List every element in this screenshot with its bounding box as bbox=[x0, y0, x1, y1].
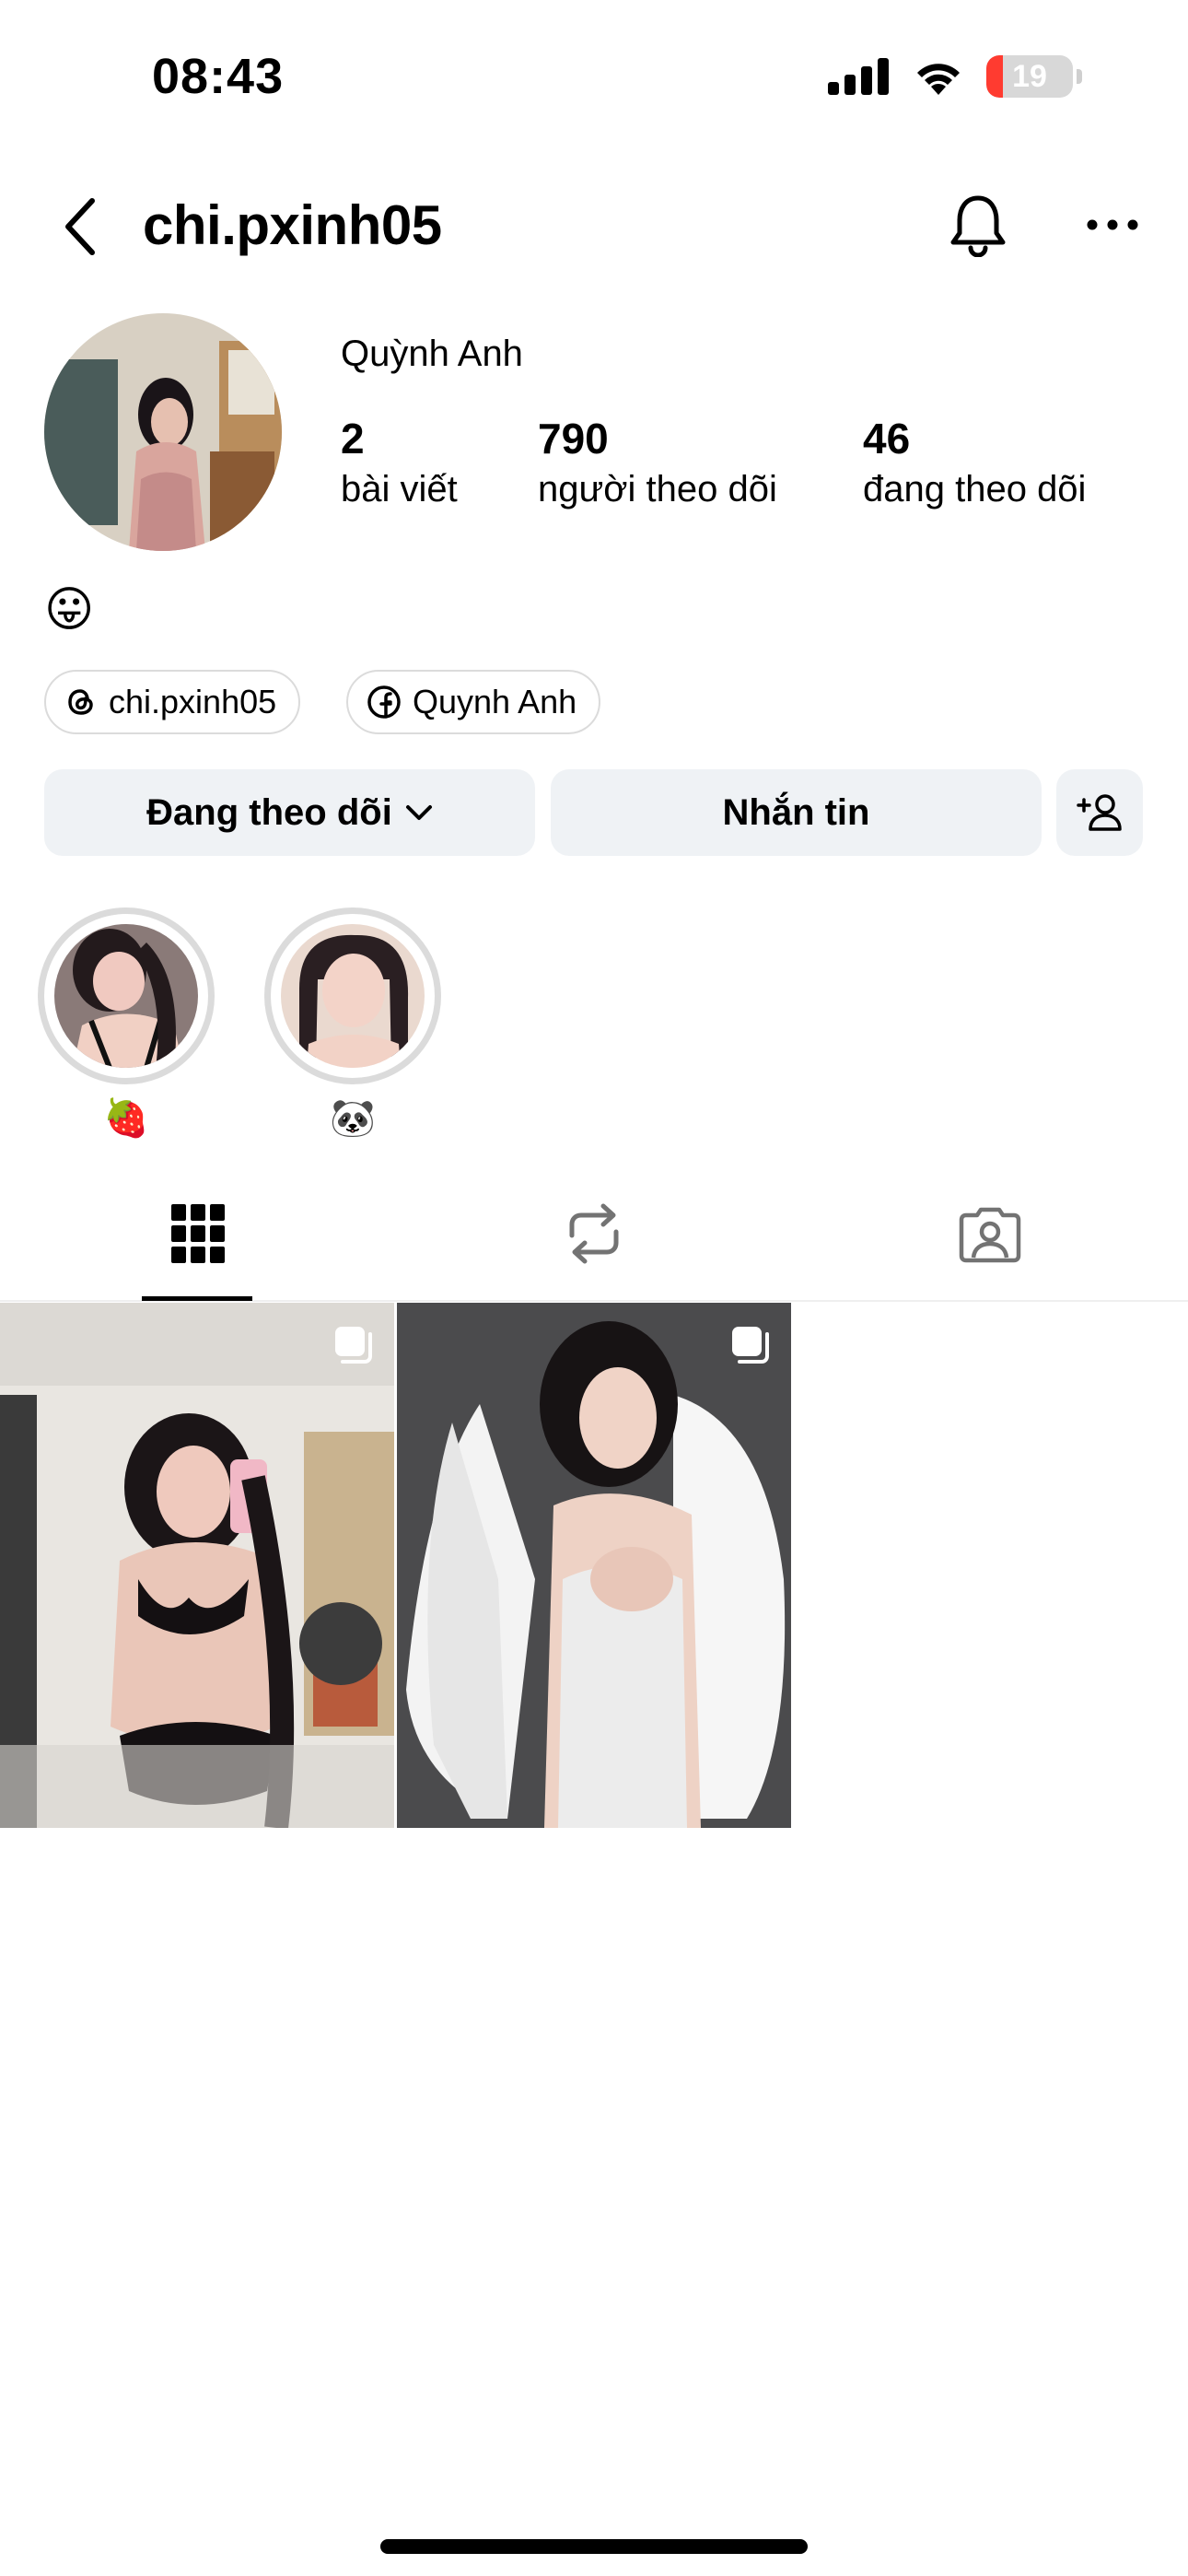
profile-username: chi.pxinh05 bbox=[143, 194, 442, 256]
post-thumbnail[interactable] bbox=[397, 1303, 791, 1828]
stat-following[interactable]: 46 đang theo dõi bbox=[863, 413, 1086, 514]
stat-posts-count: 2 bbox=[341, 415, 365, 463]
following-button-label: Đang theo dõi bbox=[146, 791, 392, 833]
battery-body: 19 bbox=[986, 55, 1073, 98]
tagged-person-icon bbox=[959, 1207, 1021, 1263]
more-horizontal-icon bbox=[1087, 219, 1138, 230]
stat-followers[interactable]: 790 người theo dõi bbox=[538, 413, 777, 514]
battery-icon: 19 bbox=[986, 55, 1082, 98]
more-options-button[interactable] bbox=[1074, 186, 1151, 263]
notifications-button[interactable] bbox=[939, 186, 1017, 263]
stat-following-count: 46 bbox=[863, 415, 911, 463]
avatar-photo bbox=[44, 313, 282, 551]
following-button[interactable]: Đang theo dõi bbox=[44, 769, 535, 856]
suggest-people-button[interactable] bbox=[1056, 769, 1143, 856]
chevron-down-icon bbox=[405, 805, 432, 820]
status-icons: 19 bbox=[828, 55, 1082, 98]
tab-reposts[interactable] bbox=[396, 1165, 792, 1302]
highlight-cover bbox=[54, 924, 198, 1068]
tab-tagged[interactable] bbox=[792, 1165, 1188, 1302]
battery-cap bbox=[1077, 69, 1082, 84]
back-arrow-icon bbox=[65, 198, 95, 255]
add-person-icon bbox=[1077, 794, 1122, 831]
highlight-ring bbox=[38, 907, 215, 1084]
facebook-icon bbox=[367, 685, 401, 719]
post-image bbox=[397, 1303, 791, 1828]
active-tab-indicator bbox=[142, 1296, 252, 1301]
story-highlight[interactable]: 🍓 bbox=[38, 907, 215, 1142]
status-time: 08:43 bbox=[152, 49, 285, 104]
highlight-ring bbox=[264, 907, 441, 1084]
back-button[interactable] bbox=[44, 190, 118, 263]
threads-icon bbox=[68, 689, 93, 715]
status-bar: 08:43 19 bbox=[0, 0, 1188, 157]
stat-posts[interactable]: 2 bài viết bbox=[341, 413, 458, 514]
highlight-cover bbox=[281, 924, 425, 1068]
post-image bbox=[0, 1303, 394, 1828]
cellular-signal-icon bbox=[828, 58, 889, 95]
grid-icon bbox=[171, 1204, 225, 1263]
bio-text: 😛 bbox=[44, 583, 95, 637]
bell-icon bbox=[950, 195, 1006, 257]
post-thumbnail[interactable] bbox=[0, 1303, 394, 1828]
tab-posts-grid[interactable] bbox=[0, 1165, 396, 1302]
multiple-photos-icon bbox=[732, 1327, 769, 1364]
facebook-link-label: Quynh Anh bbox=[413, 683, 577, 720]
profile-tabs bbox=[0, 1165, 1188, 1302]
profile-avatar[interactable] bbox=[44, 313, 282, 551]
story-highlight[interactable]: 🐼 bbox=[264, 907, 441, 1142]
message-button[interactable]: Nhắn tin bbox=[551, 769, 1042, 856]
stat-followers-label: người theo dõi bbox=[538, 469, 777, 509]
message-button-label: Nhắn tin bbox=[722, 791, 870, 833]
stat-following-label: đang theo dõi bbox=[863, 469, 1087, 509]
facebook-link-chip[interactable]: Quynh Anh bbox=[346, 670, 601, 734]
stat-followers-count: 790 bbox=[538, 415, 609, 463]
battery-level: 19 bbox=[1012, 58, 1047, 94]
highlight-label: 🐼 bbox=[330, 1098, 376, 1139]
display-name: Quỳnh Anh bbox=[341, 334, 523, 374]
repost-icon bbox=[569, 1203, 619, 1264]
stat-posts-label: bài viết bbox=[341, 469, 458, 509]
posts-grid bbox=[0, 1303, 1188, 1828]
multiple-photos-icon bbox=[335, 1327, 372, 1364]
threads-link-chip[interactable]: chi.pxinh05 bbox=[44, 670, 301, 734]
highlight-label: 🍓 bbox=[103, 1098, 149, 1139]
wifi-icon bbox=[917, 64, 960, 95]
profile-header: chi.pxinh05 bbox=[0, 175, 1188, 276]
home-indicator[interactable] bbox=[380, 2539, 808, 2554]
threads-link-label: chi.pxinh05 bbox=[109, 683, 277, 720]
